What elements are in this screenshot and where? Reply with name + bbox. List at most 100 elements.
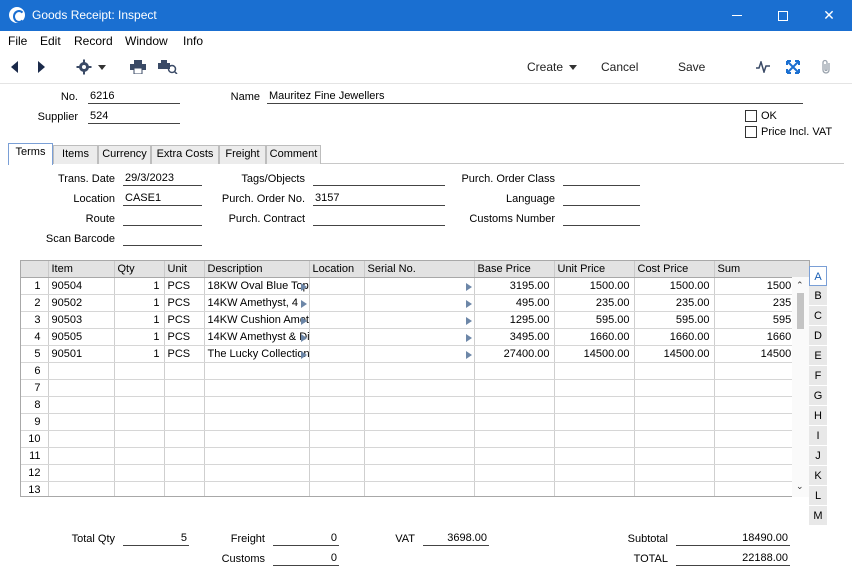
table-row[interactable]: 4 90505 1 PCS 14KW Amethyst & Diamond 3495.00… bbox=[21, 328, 809, 346]
base-price-cell[interactable]: 1295.00 bbox=[474, 311, 555, 329]
table-row[interactable]: 9 bbox=[21, 413, 809, 431]
price-incl-vat-checkbox[interactable] bbox=[745, 126, 757, 138]
next-record-button[interactable] bbox=[38, 51, 45, 83]
no-field[interactable]: 6216 bbox=[88, 90, 180, 104]
unit-cell[interactable] bbox=[164, 413, 205, 431]
serial-no-cell[interactable] bbox=[364, 311, 475, 329]
name-field[interactable]: Mauritez Fine Jewellers bbox=[267, 90, 803, 104]
description-cell[interactable] bbox=[204, 396, 310, 414]
item-cell[interactable] bbox=[48, 413, 115, 431]
location-cell[interactable] bbox=[309, 464, 365, 482]
tab-items[interactable]: Items bbox=[53, 145, 98, 164]
item-cell[interactable] bbox=[48, 481, 115, 496]
cost-price-cell[interactable] bbox=[634, 362, 715, 380]
qty-cell[interactable]: 1 bbox=[114, 277, 165, 295]
item-cell[interactable] bbox=[48, 447, 115, 465]
unit-price-cell[interactable] bbox=[554, 447, 635, 465]
table-row[interactable]: 11 bbox=[21, 447, 809, 465]
description-cell[interactable] bbox=[204, 379, 310, 397]
unit-price-cell[interactable] bbox=[554, 430, 635, 448]
item-cell[interactable] bbox=[48, 430, 115, 448]
language-field[interactable] bbox=[563, 192, 640, 206]
cost-price-cell[interactable] bbox=[634, 396, 715, 414]
col-header-location[interactable]: Location bbox=[309, 261, 365, 278]
unit-price-cell[interactable]: 1660.00 bbox=[554, 328, 635, 346]
unit-cell[interactable]: PCS bbox=[164, 311, 205, 329]
table-row[interactable]: 6 bbox=[21, 362, 809, 380]
unit-price-cell[interactable] bbox=[554, 413, 635, 431]
location-cell[interactable] bbox=[309, 430, 365, 448]
item-cell[interactable]: 90505 bbox=[48, 328, 115, 346]
tab-freight[interactable]: Freight bbox=[219, 145, 266, 164]
base-price-cell[interactable]: 3195.00 bbox=[474, 277, 555, 295]
serial-no-cell[interactable] bbox=[364, 447, 475, 465]
cost-price-cell[interactable]: 235.00 bbox=[634, 294, 715, 312]
attachment-button[interactable] bbox=[820, 51, 832, 83]
col-header-sum[interactable]: Sum bbox=[714, 261, 809, 278]
qty-cell[interactable] bbox=[114, 430, 165, 448]
col-header-unit[interactable]: Unit bbox=[164, 261, 205, 278]
menu-record[interactable]: Record bbox=[74, 34, 113, 48]
unit-cell[interactable]: PCS bbox=[164, 277, 205, 295]
grid-scrollbar[interactable]: ⌃ ⌄ bbox=[792, 277, 809, 497]
menu-edit[interactable]: Edit bbox=[40, 34, 61, 48]
tab-extra-costs[interactable]: Extra Costs bbox=[151, 145, 219, 164]
unit-cell[interactable] bbox=[164, 464, 205, 482]
create-button[interactable]: Create bbox=[527, 51, 578, 83]
base-price-cell[interactable] bbox=[474, 413, 555, 431]
print-button[interactable] bbox=[130, 51, 146, 83]
qty-cell[interactable]: 1 bbox=[114, 311, 165, 329]
unit-price-cell[interactable] bbox=[554, 379, 635, 397]
col-header-unit-price[interactable]: Unit Price bbox=[554, 261, 635, 278]
unit-cell[interactable] bbox=[164, 430, 205, 448]
base-price-cell[interactable]: 495.00 bbox=[474, 294, 555, 312]
previous-record-button[interactable] bbox=[11, 51, 18, 83]
cost-price-cell[interactable] bbox=[634, 481, 715, 496]
base-price-cell[interactable] bbox=[474, 379, 555, 397]
location-cell[interactable] bbox=[309, 277, 365, 295]
table-row[interactable]: 8 bbox=[21, 396, 809, 414]
qty-cell[interactable] bbox=[114, 447, 165, 465]
trans-date-field[interactable]: 29/3/2023 bbox=[123, 172, 202, 186]
col-header-item[interactable]: Item bbox=[48, 261, 115, 278]
row-group-letter-a[interactable]: A bbox=[809, 266, 827, 286]
base-price-cell[interactable] bbox=[474, 396, 555, 414]
location-cell[interactable] bbox=[309, 396, 365, 414]
unit-price-cell[interactable] bbox=[554, 464, 635, 482]
operations-menu-button[interactable] bbox=[76, 51, 106, 83]
row-group-letter-m[interactable]: M bbox=[809, 506, 827, 526]
base-price-cell[interactable] bbox=[474, 481, 555, 496]
menu-info[interactable]: Info bbox=[183, 34, 203, 48]
serial-no-cell[interactable] bbox=[364, 362, 475, 380]
cost-price-cell[interactable]: 595.00 bbox=[634, 311, 715, 329]
customs-number-field[interactable] bbox=[563, 212, 640, 226]
row-group-letter-b[interactable]: B bbox=[809, 286, 827, 306]
paste-arrow-icon[interactable] bbox=[465, 316, 472, 325]
location-cell[interactable] bbox=[309, 311, 365, 329]
cost-price-cell[interactable] bbox=[634, 447, 715, 465]
row-group-letter-h[interactable]: H bbox=[809, 406, 827, 426]
row-group-letter-g[interactable]: G bbox=[809, 386, 827, 406]
paste-arrow-icon[interactable] bbox=[300, 316, 307, 325]
serial-no-cell[interactable] bbox=[364, 413, 475, 431]
location-cell[interactable] bbox=[309, 362, 365, 380]
unit-cell[interactable] bbox=[164, 447, 205, 465]
row-group-letter-c[interactable]: C bbox=[809, 306, 827, 326]
cost-price-cell[interactable] bbox=[634, 413, 715, 431]
row-group-letter-l[interactable]: L bbox=[809, 486, 827, 506]
col-header-qty[interactable]: Qty bbox=[114, 261, 165, 278]
qty-cell[interactable] bbox=[114, 396, 165, 414]
tab-terms[interactable]: Terms bbox=[8, 143, 53, 165]
qty-cell[interactable]: 1 bbox=[114, 294, 165, 312]
qty-cell[interactable]: 1 bbox=[114, 345, 165, 363]
description-cell[interactable] bbox=[204, 447, 310, 465]
qty-cell[interactable] bbox=[114, 413, 165, 431]
qty-cell[interactable] bbox=[114, 362, 165, 380]
table-row[interactable]: 1 90504 1 PCS 18KW Oval Blue Topaz 3195.00 150… bbox=[21, 277, 809, 295]
serial-no-cell[interactable] bbox=[364, 328, 475, 346]
print-preview-button[interactable] bbox=[158, 51, 178, 83]
base-price-cell[interactable]: 27400.00 bbox=[474, 345, 555, 363]
base-price-cell[interactable] bbox=[474, 464, 555, 482]
save-button[interactable]: Save bbox=[678, 51, 705, 83]
col-header-serial-no[interactable]: Serial No. bbox=[364, 261, 475, 278]
